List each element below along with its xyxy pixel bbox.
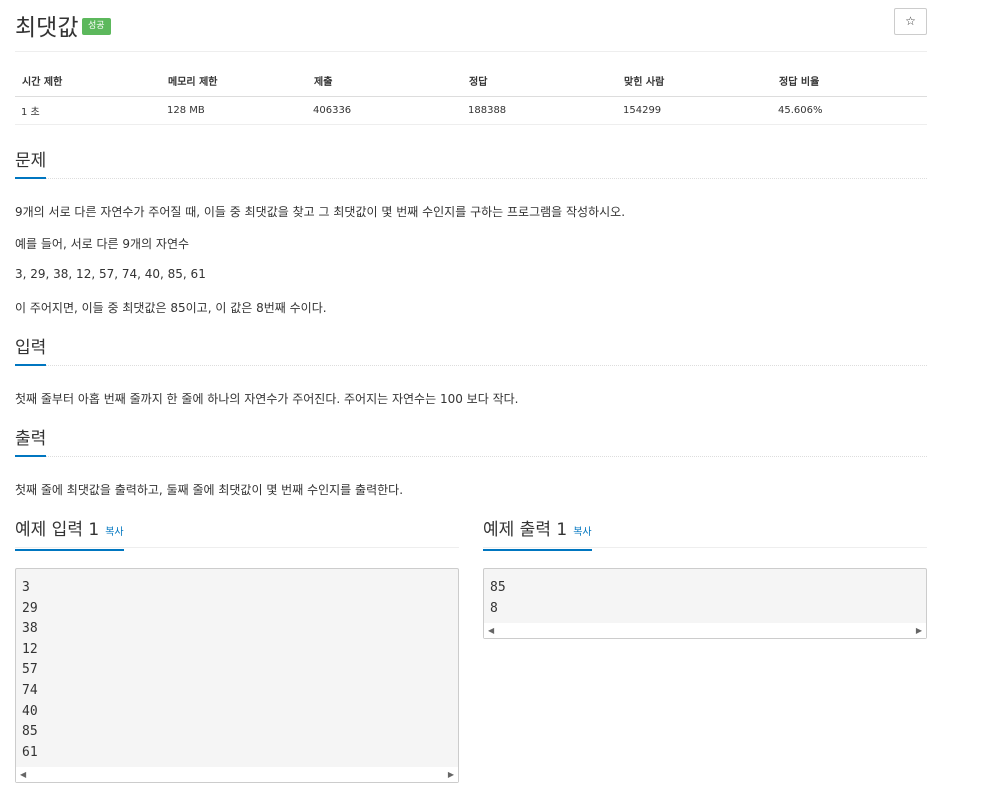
sample-input-content: 3 29 38 12 57 74 40 85 61 (22, 580, 38, 760)
header-time-limit: 시간 제한 (15, 66, 161, 97)
problem-header: 최댓값 성공 ☆ (15, 6, 927, 52)
header-accepted: 정답 (462, 66, 617, 97)
memory-limit-value: 128 MB (161, 96, 307, 125)
sample-output-heading-wrap: 예제 출력 1 복사 (483, 518, 592, 551)
scroll-left-icon[interactable]: ◀ (20, 770, 26, 779)
solved-users-value: 154299 (617, 96, 772, 125)
copy-sample-input-link[interactable]: 복사 (105, 527, 123, 538)
horizontal-scrollbar[interactable]: ◀ ▶ (16, 767, 458, 782)
sample-input-heading-wrap: 예제 입력 1 복사 (15, 518, 124, 551)
favorite-button[interactable]: ☆ (894, 8, 927, 35)
input-heading: 입력 (15, 336, 47, 366)
input-description: 첫째 줄부터 아홉 번째 줄까지 한 줄에 하나의 자연수가 주어진다. 주어지… (15, 392, 519, 406)
accepted-value: 188388 (462, 96, 617, 125)
scroll-right-icon[interactable]: ▶ (448, 770, 454, 779)
header-memory-limit: 메모리 제한 (161, 66, 307, 97)
scroll-left-icon[interactable]: ◀ (488, 626, 494, 635)
header-solved-users: 맞힌 사람 (617, 66, 772, 97)
input-section-header: 입력 (15, 336, 927, 366)
description-section-header: 문제 (15, 149, 927, 179)
output-section-header: 출력 (15, 427, 927, 457)
sample-input-box[interactable]: 3 29 38 12 57 74 40 85 61 ◀ ▶ (15, 568, 459, 783)
sample-output-content: 85 8 (490, 580, 506, 616)
status-badge: 성공 (82, 18, 111, 35)
output-description: 첫째 줄에 최댓값을 출력하고, 둘째 줄에 최댓값이 몇 번째 수인지를 출력… (15, 483, 404, 497)
header-accept-ratio: 정답 비율 (772, 66, 927, 97)
time-limit-value: 1 초 (15, 96, 161, 125)
header-submissions: 제출 (307, 66, 462, 97)
star-icon: ☆ (905, 14, 916, 28)
horizontal-scrollbar[interactable]: ◀ ▶ (484, 623, 926, 638)
table-header-row: 시간 제한 메모리 제한 제출 정답 맞힌 사람 정답 비율 (15, 66, 927, 97)
sample-output-heading: 예제 출력 1 (483, 520, 568, 540)
sample-input-heading: 예제 입력 1 (15, 520, 100, 540)
problem-info-table: 시간 제한 메모리 제한 제출 정답 맞힌 사람 정답 비율 1 초 128 M… (15, 66, 927, 125)
submissions-value: 406336 (307, 96, 462, 125)
copy-sample-output-link[interactable]: 복사 (573, 527, 591, 538)
output-heading: 출력 (15, 427, 47, 457)
description-paragraph-1: 9개의 서로 다른 자연수가 주어질 때, 이들 중 최댓값을 찾고 그 최댓값… (15, 205, 626, 219)
scroll-right-icon[interactable]: ▶ (916, 626, 922, 635)
accept-ratio-value: 45.606% (772, 96, 927, 125)
description-paragraph-3: 3, 29, 38, 12, 57, 74, 40, 85, 61 (15, 267, 206, 281)
page-title: 최댓값 (15, 15, 79, 41)
sample-output-header: 예제 출력 1 복사 (483, 518, 927, 551)
description-paragraph-2: 예를 들어, 서로 다른 9개의 자연수 (15, 237, 190, 251)
sample-output-box[interactable]: 85 8 ◀ ▶ (483, 568, 927, 639)
description-heading: 문제 (15, 149, 47, 179)
table-row: 1 초 128 MB 406336 188388 154299 45.606% (15, 96, 927, 125)
sample-input-header: 예제 입력 1 복사 (15, 518, 459, 551)
description-paragraph-4: 이 주어지면, 이들 중 최댓값은 85이고, 이 값은 8번째 수이다. (15, 301, 327, 315)
